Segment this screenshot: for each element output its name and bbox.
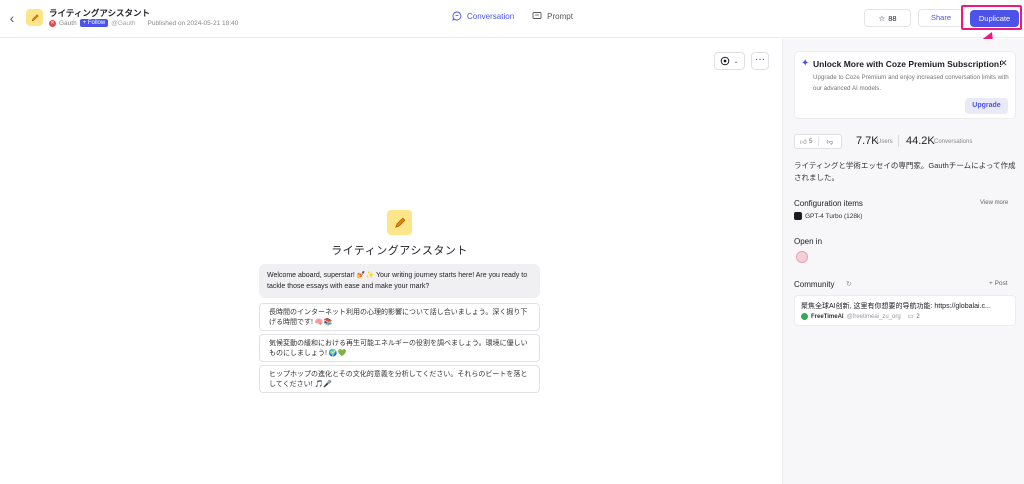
- like-count: 5: [808, 138, 813, 145]
- author-avatar-icon: [801, 313, 808, 320]
- chat-area: [0, 39, 782, 484]
- openai-icon: [721, 56, 730, 66]
- duplicate-button[interactable]: Duplicate: [970, 10, 1019, 27]
- comment-count: 2: [916, 313, 920, 320]
- welcome-message: Welcome aboard, superstar! 💅✨ Your writi…: [259, 264, 540, 298]
- rocket-icon: ✦: [801, 58, 810, 69]
- chevron-down-icon: ⌄: [733, 58, 739, 65]
- community-title: Community: [794, 280, 835, 289]
- dislike-button[interactable]: 👎︎: [819, 138, 842, 146]
- pencil-icon: [394, 217, 405, 228]
- refresh-icon[interactable]: ↻: [846, 280, 852, 288]
- thumbs-down-icon: 👎︎: [826, 138, 834, 146]
- tab-conversation-label: Conversation: [467, 11, 515, 21]
- upgrade-button[interactable]: Upgrade: [965, 98, 1008, 114]
- bot-meta: ✕ Gauth + Follow @Gauth Published on 202…: [49, 19, 238, 27]
- close-icon[interactable]: ✕: [1000, 58, 1008, 69]
- community-post-text: 聚焦全球AI创新, 这里有你想要的导航功能: https://globalai.…: [801, 303, 991, 310]
- conversations-label: Conversations: [934, 139, 973, 145]
- promo-title: Unlock More with Coze Premium Subscripti…: [813, 59, 1002, 69]
- stats-divider: [898, 135, 899, 147]
- model-selector[interactable]: ⌄: [714, 52, 745, 70]
- community-post-author: FreeTimeAI: [811, 313, 844, 320]
- author-name[interactable]: Gauth: [59, 20, 77, 27]
- gpt-icon: [794, 212, 802, 220]
- open-in-title: Open in: [794, 237, 823, 246]
- post-button[interactable]: + Post: [989, 280, 1008, 287]
- star-icon: ☆: [878, 13, 886, 23]
- author-handle: @Gauth: [111, 19, 136, 27]
- pencil-icon: [31, 13, 39, 21]
- star-button[interactable]: ☆ 88: [864, 9, 911, 27]
- prompt-icon: [532, 12, 542, 19]
- bot-name: ライティングアシスタント: [331, 245, 468, 257]
- users-label: Users: [877, 139, 893, 145]
- model-name: GPT-4 Turbo (128k): [805, 212, 863, 220]
- like-button[interactable]: 👍︎ 5: [795, 138, 818, 146]
- tab-conversation[interactable]: Conversation: [452, 11, 514, 21]
- published-date: Published on 2024-05-21 18:40: [147, 19, 239, 27]
- model-info: GPT-4 Turbo (128k): [794, 212, 862, 220]
- open-in-app-icon[interactable]: [796, 251, 808, 263]
- suggestion-item[interactable]: 長時間のインターネット利用の心理的影響について話し合いましょう。深く掘り下げる時…: [259, 303, 540, 331]
- top-bar: ‹ ライティングアシスタント ✕ Gauth + Follow @Gauth P…: [0, 0, 1024, 38]
- promo-text: Upgrade to Coze Premium and enjoy increa…: [813, 74, 1009, 92]
- view-more-link[interactable]: View more: [980, 200, 1008, 206]
- star-count: 88: [888, 13, 897, 23]
- bot-avatar-large: [387, 210, 412, 235]
- back-button[interactable]: ‹: [5, 10, 19, 26]
- chat-bubble-icon: [452, 11, 462, 21]
- bot-avatar: [26, 9, 43, 26]
- comment-icon: ▭: [907, 314, 914, 320]
- view-tabs: Conversation Prompt: [452, 11, 573, 21]
- config-title: Configuration items: [794, 199, 863, 208]
- users-count: 7.7K: [856, 135, 879, 147]
- like-dislike-group: 👍︎ 5 👎︎: [794, 134, 842, 149]
- suggestion-item[interactable]: 気候変動の緩和における再生可能エネルギーの役割を調べましょう。環境に優しいものに…: [259, 334, 540, 362]
- tab-prompt-label: Prompt: [547, 11, 573, 21]
- more-options-button[interactable]: ···: [751, 52, 769, 70]
- author-avatar-icon: ✕: [49, 19, 56, 27]
- conversations-count: 44.2K: [906, 135, 935, 147]
- tab-prompt[interactable]: Prompt: [532, 11, 573, 21]
- suggestion-item[interactable]: ヒップホップの進化とその文化的意義を分析してください。それらのビートを落としてく…: [259, 365, 540, 393]
- community-post-meta: FreeTimeAI @freetimeai_zu_org ▭ 2: [801, 313, 920, 320]
- bot-description: ライティングと学術エッセイの専門家。Gauthチームによって作成されました。: [794, 161, 1016, 182]
- bot-title: ライティングアシスタント: [49, 8, 150, 18]
- thumbs-up-icon: 👍︎: [800, 138, 807, 146]
- follow-button[interactable]: + Follow: [79, 19, 109, 27]
- share-button[interactable]: Share: [918, 9, 964, 27]
- community-post-handle: @freetimeai_zu_org: [846, 313, 901, 320]
